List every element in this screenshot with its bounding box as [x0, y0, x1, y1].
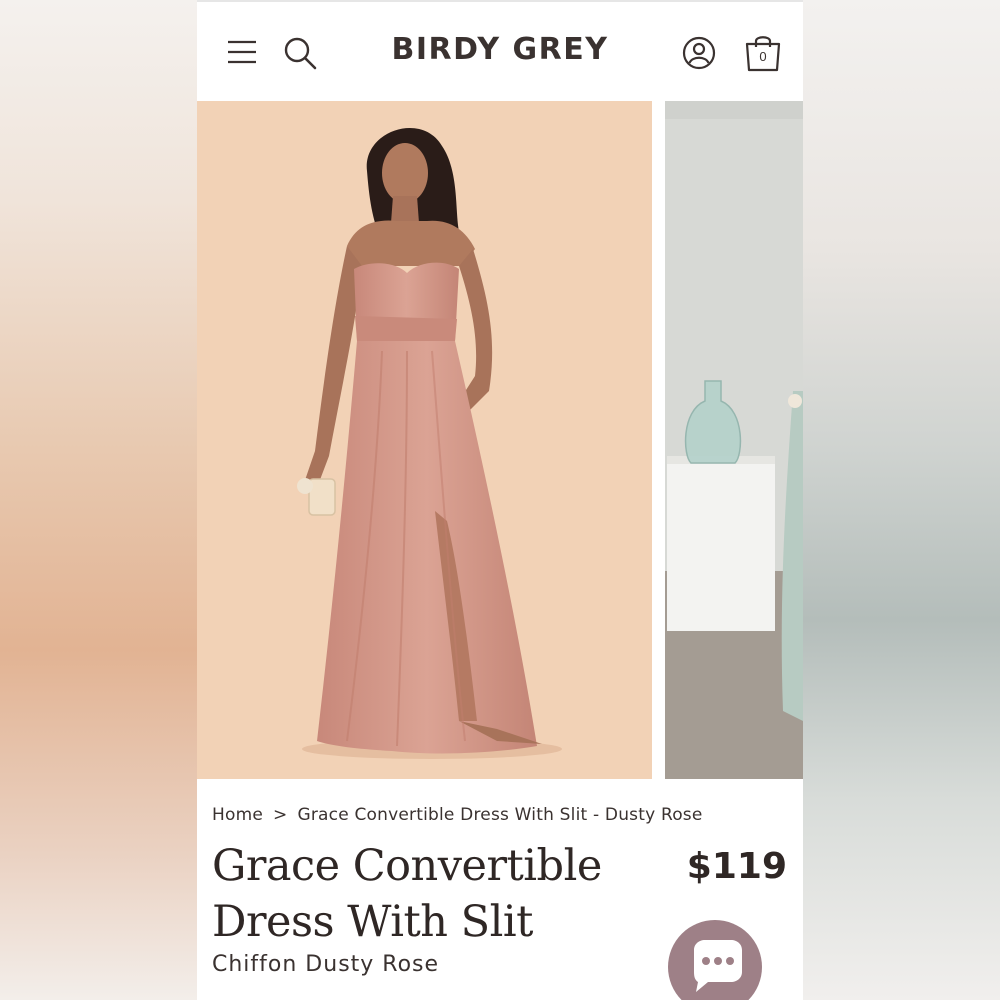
product-title-line-1: Grace Convertible — [212, 841, 602, 891]
chat-bubble-icon — [694, 940, 742, 992]
site-header: BIRDY GREY 0 — [197, 0, 803, 101]
account-icon[interactable] — [682, 36, 716, 70]
mobile-page: BIRDY GREY 0 Home > Grace Convertible Dr… — [197, 0, 803, 1000]
product-image-main[interactable] — [197, 101, 652, 779]
chat-button[interactable] — [668, 920, 762, 1000]
product-title: Grace Convertible Dress With Slit — [212, 838, 632, 950]
blurred-backdrop-right — [803, 0, 1000, 1000]
breadcrumb-separator: > — [273, 805, 288, 825]
blurred-backdrop-left — [0, 0, 197, 1000]
breadcrumb: Home > Grace Convertible Dress With Slit -… — [212, 805, 703, 825]
breadcrumb-home-link[interactable]: Home — [212, 805, 263, 825]
product-image-carousel[interactable] — [197, 101, 803, 779]
model-dusty-rose-dress-illustration — [297, 127, 562, 759]
product-title-line-2: Dress With Slit — [212, 897, 533, 947]
product-price: $119 — [686, 846, 787, 887]
product-image-next[interactable] — [665, 101, 803, 779]
sage-dress-scene-illustration — [665, 101, 803, 779]
product-variant-subtitle: Chiffon Dusty Rose — [212, 952, 440, 977]
breadcrumb-current: Grace Convertible Dress With Slit - Dust… — [297, 805, 703, 825]
cart-count-badge: 0 — [759, 49, 767, 64]
